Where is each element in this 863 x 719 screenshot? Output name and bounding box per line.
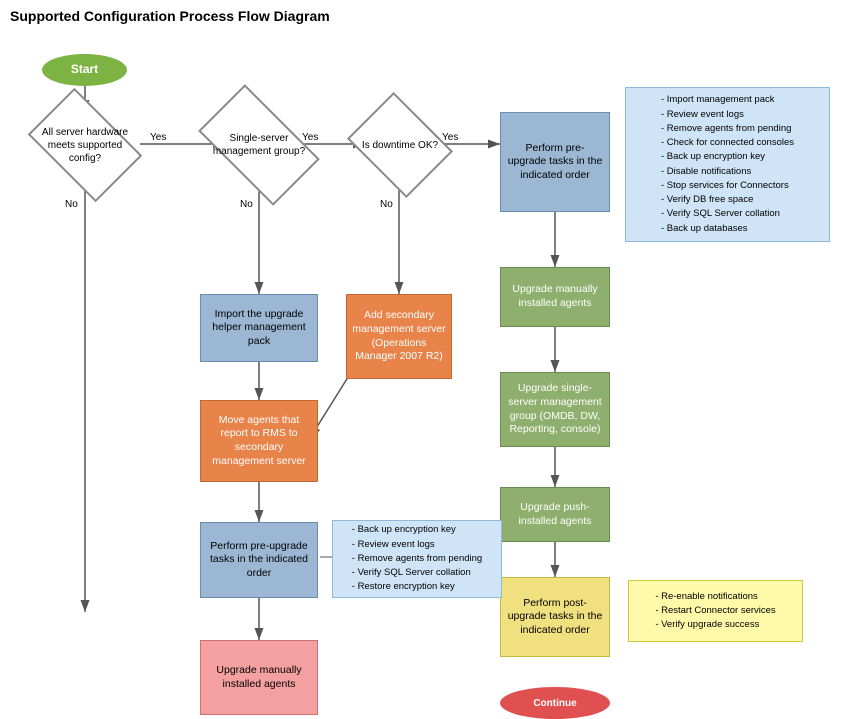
callout-post-text: - Re-enable notifications - Restart Conn… xyxy=(655,590,775,633)
callout-post-shape: - Re-enable notifications - Restart Conn… xyxy=(628,580,803,642)
move-agents-shape: Move agents that report to RMS to second… xyxy=(200,400,318,482)
perform-pre-left-shape: Perform pre-upgrade tasks in the indicat… xyxy=(200,522,318,598)
perform-pre-right-shape: Perform pre-upgrade tasks in the indicat… xyxy=(500,112,610,212)
upgrade-manually-right-shape: Upgrade manually installed agents xyxy=(500,267,610,327)
svg-text:Yes: Yes xyxy=(150,132,166,143)
upgrade-push-shape: Upgrade push-installed agents xyxy=(500,487,610,542)
import-pack-shape: Import the upgrade helper management pac… xyxy=(200,294,318,362)
upgrade-single-shape: Upgrade single-server management group (… xyxy=(500,372,610,447)
diamond2-shape: Single-server management group? xyxy=(206,112,312,178)
svg-text:No: No xyxy=(240,199,253,210)
continue-oval-shape: Continue xyxy=(500,687,610,719)
start-shape: Start xyxy=(42,54,127,86)
upgrade-manually-left-shape: Upgrade manually installed agents xyxy=(200,640,318,715)
svg-text:No: No xyxy=(65,199,78,210)
diamond3-shape: Is downtime OK? xyxy=(358,112,442,178)
diagram-container: Supported Configuration Process Flow Dia… xyxy=(0,0,863,699)
diamond1-shape: All server hardware meets supported conf… xyxy=(37,112,133,178)
add-secondary-shape: Add secondary management server (Operati… xyxy=(346,294,452,379)
callout-right-text: - Import management pack - Review event … xyxy=(661,93,794,236)
callout-right-shape: - Import management pack - Review event … xyxy=(625,87,830,242)
svg-text:No: No xyxy=(380,199,393,210)
diagram-title: Supported Configuration Process Flow Dia… xyxy=(10,8,853,24)
callout-left-text: - Back up encryption key - Review event … xyxy=(352,523,482,594)
svg-text:Yes: Yes xyxy=(442,132,458,143)
callout-left-shape: - Back up encryption key - Review event … xyxy=(332,520,502,598)
flow-area: Yes No Yes No Yes No xyxy=(10,32,853,682)
perform-post-shape: Perform post-upgrade tasks in the indica… xyxy=(500,577,610,657)
